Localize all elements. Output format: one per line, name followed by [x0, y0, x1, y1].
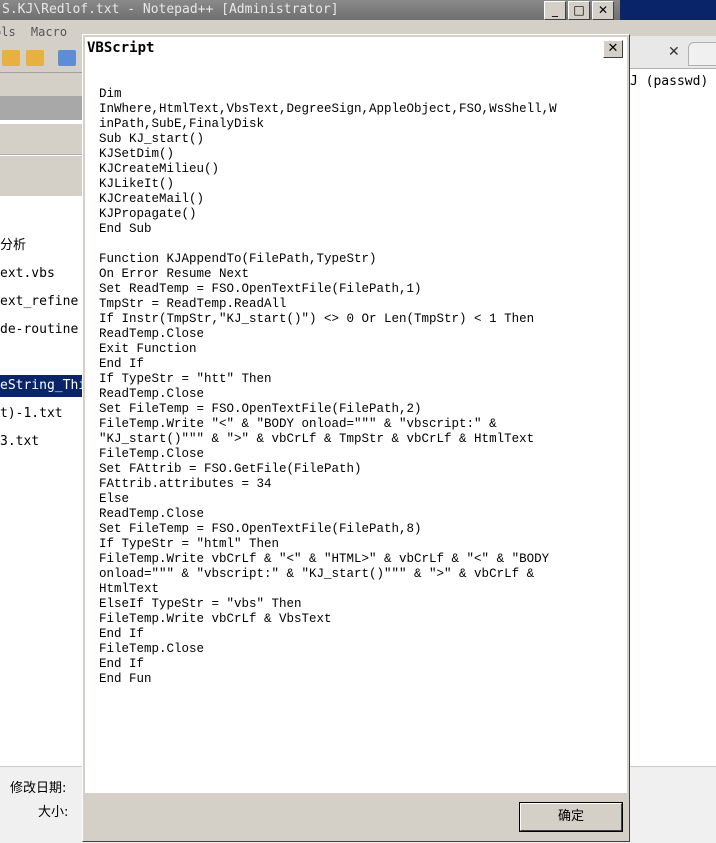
notepad-window-title: S.KJ\Redlof.txt - Notepad++ [Administrat…	[2, 2, 339, 17]
file-item[interactable]: ext_refine	[0, 291, 82, 313]
file-list-toolbar-2	[0, 156, 82, 196]
vbscript-dialog: VBScript ✕ Dim InWhere,HtmlText,VbsText,…	[82, 34, 630, 842]
ok-button[interactable]: 确定	[520, 803, 622, 831]
file-item[interactable]: 分析	[0, 235, 82, 257]
file-list-header	[0, 96, 82, 120]
dialog-close-button[interactable]: ✕	[603, 40, 623, 58]
notepad-menu-bar: ols Macro	[0, 22, 84, 42]
desktop-strip	[620, 0, 716, 20]
menu-tools[interactable]: ols	[0, 25, 16, 39]
wrap-icon[interactable]	[58, 50, 76, 66]
file-item[interactable]: ext.vbs	[0, 263, 82, 285]
maximize-button[interactable]: □	[568, 1, 590, 20]
file-item-selected[interactable]: eString_Thi	[0, 375, 82, 397]
tab-close-icon[interactable]: ✕	[668, 44, 680, 60]
menu-macro[interactable]: Macro	[31, 25, 67, 39]
file-list-toolbar	[0, 124, 82, 155]
dialog-title: VBScript	[87, 40, 155, 56]
notepad-toolbar	[0, 44, 84, 73]
window-controls: _ □ ✕	[544, 1, 614, 20]
save-all-icon[interactable]	[26, 50, 44, 66]
modified-date-label: 修改日期:	[10, 781, 67, 796]
file-item[interactable]: 3.txt	[0, 431, 82, 453]
file-item[interactable]: de-routine	[0, 319, 82, 341]
close-window-button[interactable]: ✕	[592, 1, 614, 20]
size-label: 大小:	[38, 805, 69, 820]
editor-visible-text: J (passwd)	[630, 74, 709, 89]
tab-next[interactable]	[688, 42, 716, 66]
dialog-message-area: Dim InWhere,HtmlText,VbsText,DegreeSign,…	[85, 61, 627, 793]
script-source-text: Dim InWhere,HtmlText,VbsText,DegreeSign,…	[99, 87, 557, 686]
dialog-title-bar: VBScript ✕	[85, 37, 627, 61]
minimize-button[interactable]: _	[544, 1, 566, 20]
notepad-title-bar: S.KJ\Redlof.txt - Notepad++ [Administrat…	[0, 0, 620, 20]
save-icon[interactable]	[2, 50, 20, 66]
file-item[interactable]: t)-1.txt	[0, 403, 82, 425]
editor-area	[630, 36, 716, 796]
